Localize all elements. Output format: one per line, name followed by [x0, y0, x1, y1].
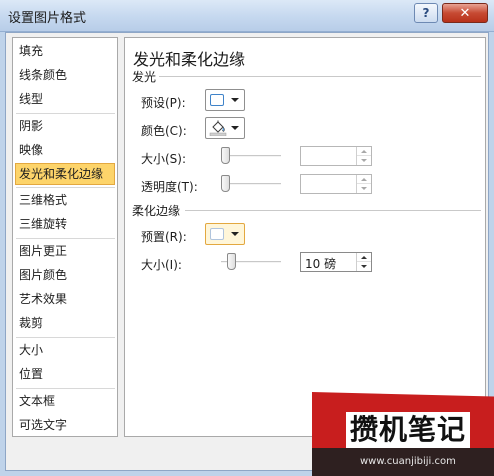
soft-edges-section-header: 柔化边缘 — [132, 204, 181, 218]
soft-edges-size-label: 大小(I): — [141, 258, 182, 272]
slider-track — [221, 183, 281, 185]
soft-edges-preset-dropdown[interactable] — [205, 223, 245, 245]
glow-transparency-slider[interactable] — [221, 175, 281, 192]
glow-preset-dropdown[interactable] — [205, 89, 245, 111]
spin-down-icon[interactable] — [357, 262, 371, 271]
spin-up-icon[interactable] — [357, 147, 371, 156]
glow-preset-swatch-icon — [210, 94, 224, 106]
spinner-buttons — [356, 253, 371, 271]
nav-item-size[interactable]: 大小 — [15, 339, 115, 361]
window-title: 设置图片格式 — [8, 11, 87, 26]
close-button[interactable]: ✕ — [442, 3, 488, 23]
panel-title: 发光和柔化边缘 — [133, 50, 246, 69]
category-list: 填充 线条颜色 线型 阴影 映像 发光和柔化边缘 三维格式 三维旋转 图片更正 … — [12, 37, 118, 437]
nav-divider — [16, 388, 115, 389]
glow-size-slider[interactable] — [221, 147, 281, 164]
spinner-buttons — [356, 147, 371, 165]
glow-transparency-spinner[interactable] — [300, 174, 372, 194]
nav-item-picture-color[interactable]: 图片颜色 — [15, 264, 115, 286]
nav-item-reflection[interactable]: 映像 — [15, 139, 115, 161]
glow-section-header: 发光 — [132, 70, 157, 84]
chevron-down-icon — [231, 126, 239, 130]
help-button[interactable]: ? — [414, 3, 438, 23]
nav-item-fill[interactable]: 填充 — [15, 40, 115, 62]
nav-item-text-box[interactable]: 文本框 — [15, 390, 115, 412]
spin-down-icon[interactable] — [357, 156, 371, 165]
soft-edges-size-spinner[interactable]: 10 磅 — [300, 252, 372, 272]
settings-panel: 发光和柔化边缘 发光 预设(P): 颜色(C): 大小(S): 透明度(T): … — [124, 37, 486, 437]
section-divider — [159, 76, 481, 77]
nav-item-picture-corrections[interactable]: 图片更正 — [15, 240, 115, 262]
section-divider — [185, 210, 481, 211]
soft-edges-preset-swatch-icon — [210, 228, 224, 240]
spin-up-icon[interactable] — [357, 253, 371, 262]
glow-color-dropdown[interactable] — [205, 117, 245, 139]
slider-thumb[interactable] — [221, 175, 230, 192]
nav-divider — [16, 113, 115, 114]
spin-up-icon[interactable] — [357, 175, 371, 184]
glow-preset-label: 预设(P): — [141, 96, 186, 110]
nav-item-crop[interactable]: 裁剪 — [15, 312, 115, 334]
spinner-buttons — [356, 175, 371, 193]
soft-edges-size-slider[interactable] — [221, 253, 281, 270]
glow-transparency-label: 透明度(T): — [141, 180, 198, 194]
nav-item-3d-rotation[interactable]: 三维旋转 — [15, 213, 115, 235]
nav-divider — [16, 187, 115, 188]
nav-item-position[interactable]: 位置 — [15, 363, 115, 385]
nav-item-3d-format[interactable]: 三维格式 — [15, 189, 115, 211]
spin-down-icon[interactable] — [357, 184, 371, 193]
glow-size-label: 大小(S): — [141, 152, 187, 166]
watermark-brand-text: 攒机笔记 — [346, 412, 471, 448]
nav-item-alt-text[interactable]: 可选文字 — [15, 414, 115, 436]
nav-item-line-style[interactable]: 线型 — [15, 88, 115, 110]
slider-thumb[interactable] — [221, 147, 230, 164]
slider-thumb[interactable] — [227, 253, 236, 270]
watermark-logo: 攒机笔记 www.cuanjibiji.com — [312, 392, 494, 476]
chevron-down-icon — [231, 232, 239, 236]
glow-size-spinner[interactable] — [300, 146, 372, 166]
nav-divider — [16, 337, 115, 338]
nav-divider — [16, 238, 115, 239]
nav-item-glow-soft-edges[interactable]: 发光和柔化边缘 — [15, 163, 115, 185]
watermark-url-text: www.cuanjibiji.com — [360, 456, 456, 467]
soft-edges-preset-label: 预置(R): — [141, 230, 187, 244]
title-bar: 设置图片格式 ? ✕ — [0, 0, 494, 32]
nav-item-artistic-effects[interactable]: 艺术效果 — [15, 288, 115, 310]
soft-edges-size-value: 10 磅 — [305, 257, 337, 271]
paint-bucket-icon — [209, 120, 227, 137]
slider-track — [221, 155, 281, 157]
nav-item-shadow[interactable]: 阴影 — [15, 115, 115, 137]
glow-color-label: 颜色(C): — [141, 124, 187, 138]
chevron-down-icon — [231, 98, 239, 102]
nav-item-line-color[interactable]: 线条颜色 — [15, 64, 115, 86]
